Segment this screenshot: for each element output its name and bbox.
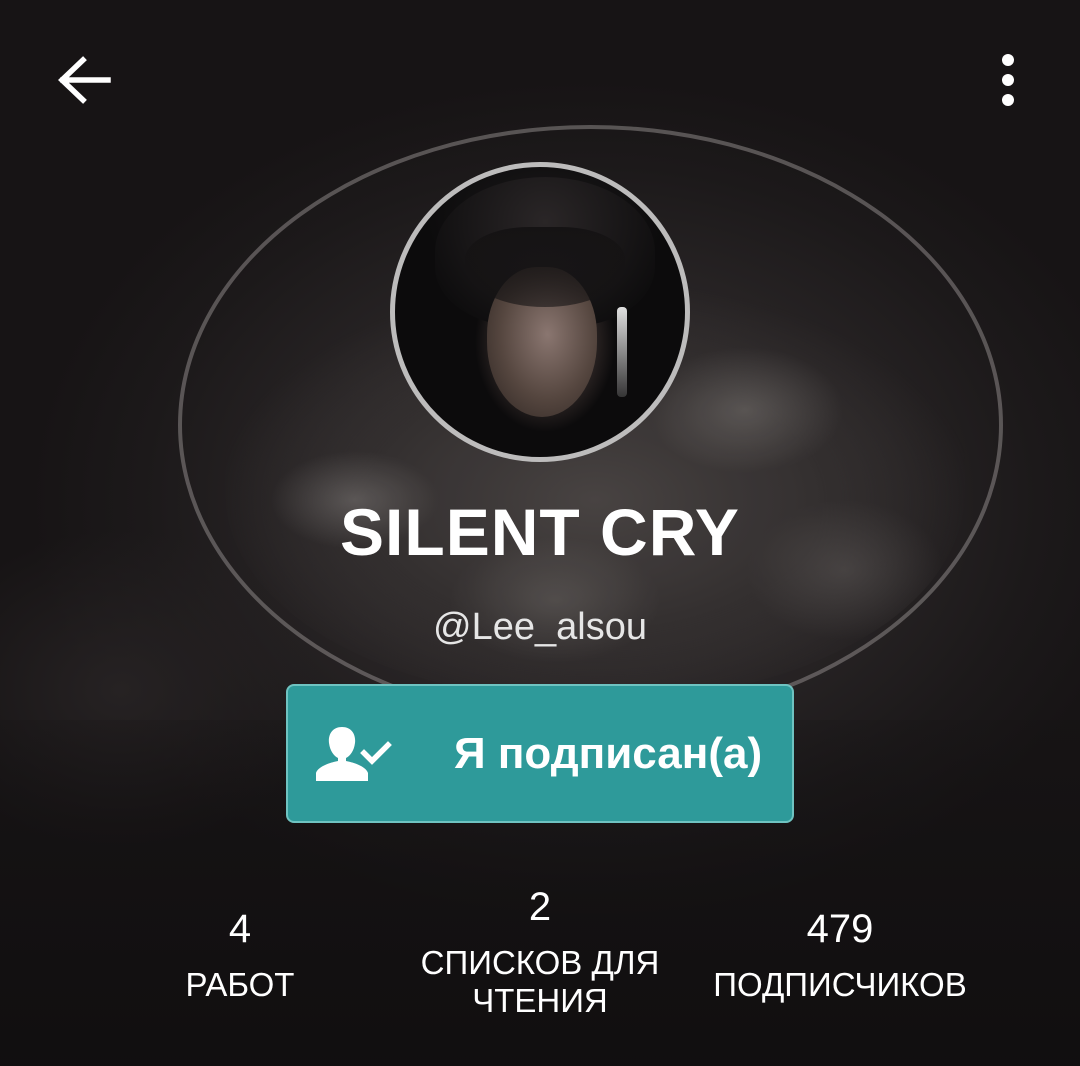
avatar[interactable] — [390, 162, 690, 462]
stat-followers[interactable]: 479 ПОДПИСЧИКОВ — [690, 906, 990, 1004]
profile-display-name: SILENT CRY — [340, 495, 740, 569]
following-button[interactable]: Я подписан(а) — [286, 684, 794, 823]
following-button-label: Я подписан(а) — [454, 728, 763, 778]
stat-followers-count: 479 — [806, 907, 874, 951]
more-vertical-icon — [1002, 54, 1014, 106]
profile-screen: SILENT CRY @Lee_alsou Я подписан(а) 4 РА… — [0, 0, 1080, 1066]
back-button[interactable] — [44, 44, 124, 116]
profile-username: @Lee_alsou — [433, 606, 647, 648]
arrow-left-icon — [58, 56, 111, 104]
stat-works-label: РАБОТ — [185, 966, 295, 1003]
stat-followers-label: ПОДПИСЧИКОВ — [713, 966, 967, 1003]
stat-works[interactable]: 4 РАБОТ — [150, 906, 330, 1004]
stat-reading-lists[interactable]: 2 СПИСКОВ ДЛЯ ЧТЕНИЯ — [400, 884, 680, 1020]
stat-reading-lists-label: СПИСКОВ ДЛЯ ЧТЕНИЯ — [420, 944, 660, 1019]
user-check-icon — [314, 719, 394, 789]
stat-works-count: 4 — [228, 907, 252, 951]
stat-reading-lists-count: 2 — [528, 885, 552, 929]
more-options-button[interactable] — [974, 44, 1042, 116]
